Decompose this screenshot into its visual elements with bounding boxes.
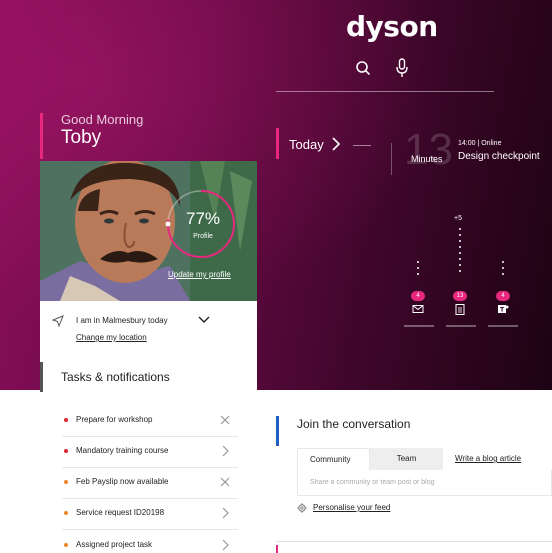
tab-community[interactable]: Community xyxy=(297,448,370,470)
dyson-logo[interactable]: dyson xyxy=(346,10,438,43)
chevron-right-icon[interactable] xyxy=(220,507,230,519)
overflow-count: +5 xyxy=(454,215,462,222)
meeting-meta: 14:00 | Online xyxy=(458,140,502,147)
dot xyxy=(459,252,461,254)
tab-team[interactable]: Team xyxy=(370,448,443,470)
teams-tab-underline xyxy=(488,325,518,327)
tasks-title: Tasks & notifications xyxy=(61,370,170,384)
task-divider xyxy=(62,498,238,499)
dot xyxy=(459,270,461,272)
today-label[interactable]: Today xyxy=(289,137,324,152)
close-icon[interactable] xyxy=(220,476,230,488)
next-section-accent xyxy=(276,545,278,553)
profile-completion-caption: Profile xyxy=(193,233,213,240)
dot xyxy=(417,261,419,263)
clipboard-count-badge: 13 xyxy=(453,291,467,301)
search-underline xyxy=(276,91,494,92)
dot xyxy=(459,240,461,242)
change-location-link[interactable]: Change my location xyxy=(76,333,147,342)
dot xyxy=(417,267,419,269)
profile-completion-value: 77% xyxy=(185,209,221,228)
update-profile-link[interactable]: Update my profile xyxy=(168,270,231,279)
chevron-right-icon[interactable] xyxy=(220,445,230,457)
chevron-right-icon[interactable] xyxy=(220,539,230,551)
task-status-dot xyxy=(64,418,68,422)
today-divider xyxy=(353,145,371,146)
task-divider xyxy=(62,467,238,468)
countdown-unit: Minutes xyxy=(411,154,443,164)
task-item[interactable]: Mandatory training course xyxy=(62,438,238,468)
tasks-accent-bar xyxy=(40,362,43,392)
greeting-accent-bar xyxy=(40,113,43,159)
dot xyxy=(459,228,461,230)
gear-icon[interactable] xyxy=(297,503,307,513)
task-label: Service request ID20198 xyxy=(76,508,165,517)
dot xyxy=(459,258,461,260)
countdown-value: 13 xyxy=(404,125,453,174)
task-item[interactable]: Service request ID20198 xyxy=(62,500,238,530)
dot xyxy=(417,273,419,275)
today-accent-bar xyxy=(276,128,279,159)
dot xyxy=(502,273,504,275)
location-status: I am in Malmesbury today xyxy=(76,316,168,325)
dot xyxy=(459,234,461,236)
clipboard-icon[interactable] xyxy=(454,303,466,315)
greeting-salutation: Good Morning xyxy=(61,112,144,127)
task-status-dot xyxy=(64,449,68,453)
mail-tab-underline xyxy=(404,325,434,327)
search-icon[interactable] xyxy=(355,60,371,76)
timeline-divider xyxy=(391,143,392,175)
task-item[interactable]: Assigned project task xyxy=(62,532,238,553)
teams-icon[interactable]: T xyxy=(497,303,509,315)
search-bar[interactable] xyxy=(353,58,413,80)
close-icon[interactable] xyxy=(220,414,230,426)
chevron-down-icon[interactable] xyxy=(198,315,210,325)
greeting-name: Toby xyxy=(61,127,102,148)
meeting-title[interactable]: Design checkpoint xyxy=(458,151,540,162)
personalise-feed-link[interactable]: Personalise your feed xyxy=(313,503,390,512)
write-blog-link[interactable]: Write a blog article xyxy=(455,448,521,470)
task-divider xyxy=(62,436,238,437)
section-divider xyxy=(276,541,552,542)
dot xyxy=(459,246,461,248)
microphone-icon[interactable] xyxy=(395,58,409,78)
dot xyxy=(502,267,504,269)
dot xyxy=(459,264,461,266)
chevron-right-icon[interactable] xyxy=(330,136,342,152)
task-label: Prepare for workshop xyxy=(76,415,153,424)
dot xyxy=(502,261,504,263)
task-label: Assigned project task xyxy=(76,540,153,549)
conversation-title: Join the conversation xyxy=(297,417,411,431)
task-divider xyxy=(62,529,238,530)
conversation-accent-bar xyxy=(276,416,279,446)
task-label: Feb Payslip now available xyxy=(76,477,169,486)
task-status-dot xyxy=(64,543,68,547)
mail-icon[interactable] xyxy=(412,303,424,315)
teams-count-badge: 4 xyxy=(496,291,510,301)
task-item[interactable]: Feb Payslip now available xyxy=(62,469,238,499)
task-status-dot xyxy=(64,511,68,515)
clipboard-tab-underline xyxy=(446,325,476,327)
location-arrow-icon xyxy=(52,315,64,327)
post-input-placeholder: Share a community or team post or blog xyxy=(310,479,435,486)
mail-count-badge: 4 xyxy=(411,291,425,301)
task-item[interactable]: Prepare for workshop xyxy=(62,407,238,437)
task-status-dot xyxy=(64,480,68,484)
task-label: Mandatory training course xyxy=(76,446,169,455)
